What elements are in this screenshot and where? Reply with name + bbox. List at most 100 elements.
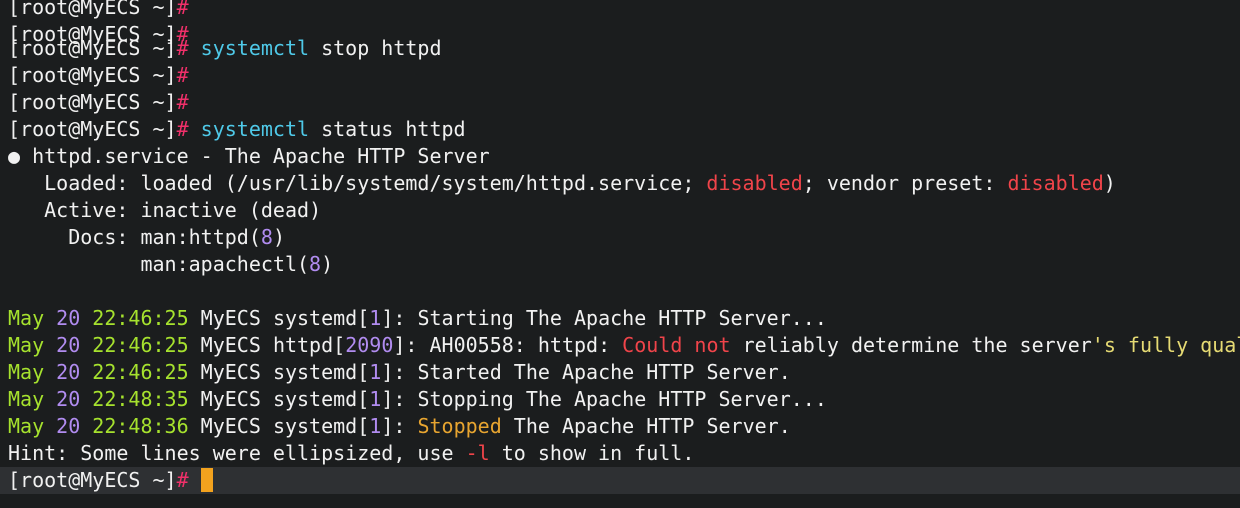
log-line: May 20 22:48:35 MyECS systemd[1]: Stoppi… (0, 386, 1240, 413)
active-value: inactive (128, 198, 249, 222)
log-line: May 20 22:46:25 MyECS httpd[2090]: AH005… (0, 332, 1240, 359)
prompt-user-host: [root@MyECS ~] (8, 117, 177, 141)
log-process: systemd (272, 387, 358, 411)
colon: : (598, 333, 611, 357)
semicolon: ; (802, 171, 815, 195)
hint-text: Some lines were ellipsized, use (68, 441, 466, 465)
command-args: stop httpd (309, 36, 442, 60)
log-day: 20 (56, 306, 81, 330)
paren: ( (248, 198, 261, 222)
hint-text: to show in full. (489, 441, 695, 465)
colon: : (393, 360, 406, 384)
hint-label: Hint (8, 441, 57, 465)
status-docs-line: man:apachectl(8) (0, 251, 1240, 278)
prompt-symbol: # (176, 63, 189, 87)
prompt-symbol: # (176, 0, 189, 19)
log-pid: 1 (369, 360, 382, 384)
log-host: MyECS (188, 414, 273, 438)
prompt-user-host: [root@MyECS ~] (8, 36, 177, 60)
log-pid: 2090 (345, 333, 394, 357)
bracket: ] (381, 387, 394, 411)
log-month: May (8, 360, 57, 384)
log-month: May (8, 414, 57, 438)
log-message: Stopping The Apache HTTP Server... (405, 387, 827, 411)
log-pid: 1 (369, 306, 382, 330)
log-message: reliably determine the server (730, 333, 1092, 357)
colon: : (56, 441, 69, 465)
status-docs-line: Docs: man:httpd(8) (0, 224, 1240, 251)
doc-man: man (128, 225, 177, 249)
command-name: systemctl (200, 36, 310, 60)
status-header-line: ● httpd.service - The Apache HTTP Server (0, 143, 1240, 170)
paren: ) (272, 225, 285, 249)
active-substate: dead (260, 198, 310, 222)
command-name: systemctl (200, 117, 310, 141)
loaded-value: loaded (128, 171, 225, 195)
vendor-preset-state: disabled (995, 171, 1104, 195)
prompt-user-host: [root@MyECS ~] (8, 63, 177, 87)
log-message: The Apache HTTP Server. (501, 414, 791, 438)
log-process: systemd (272, 306, 358, 330)
log-host: MyECS (188, 360, 273, 384)
semicolon: ; (682, 171, 695, 195)
unit-file-path: /usr/lib/systemd/system/httpd.service (236, 171, 683, 195)
prompt-symbol: # (176, 36, 189, 60)
colon: : (393, 387, 406, 411)
colon: : (405, 333, 418, 357)
hint-line: Hint: Some lines were ellipsized, use -l… (0, 440, 1240, 467)
prompt-user-host: [root@MyECS ~] (8, 90, 177, 114)
log-line: May 20 22:46:25 MyECS systemd[1]: Starti… (0, 305, 1240, 332)
log-host: MyECS (188, 306, 273, 330)
log-message: Started The Apache HTTP Server. (405, 360, 791, 384)
colon: : (176, 252, 189, 276)
terminal-cursor[interactable] (200, 468, 213, 492)
log-line: May 20 22:46:25 MyECS systemd[1]: Starte… (0, 359, 1240, 386)
log-message: Starting The Apache HTTP Server... (405, 306, 827, 330)
active-key: Active (8, 198, 117, 222)
colon: : (393, 306, 406, 330)
enabled-state: disabled (694, 171, 803, 195)
terminal-line: [root@MyECS ~]# (0, 0, 1240, 21)
doc-page-name: httpd (188, 225, 249, 249)
unit-name: httpd.service (20, 144, 189, 168)
docs-key: Docs (8, 225, 117, 249)
log-process: systemd (272, 414, 358, 438)
colon: : (176, 225, 189, 249)
log-string: 's fully qualifi (1091, 333, 1240, 357)
log-process: systemd (272, 360, 358, 384)
log-time: 22:46:25 (80, 360, 189, 384)
log-code: AH00558 (417, 333, 514, 357)
terminal-line: [root@MyECS ~]# (0, 89, 1240, 116)
prompt-symbol: # (176, 468, 189, 492)
colon: : (513, 333, 526, 357)
paren: ) (309, 198, 322, 222)
paren: ( (297, 252, 310, 276)
bracket: ] (393, 333, 406, 357)
colon: : (116, 225, 129, 249)
log-day: 20 (56, 387, 81, 411)
log-time: 22:46:25 (80, 306, 189, 330)
log-line: May 20 22:48:36 MyECS systemd[1]: Stoppe… (0, 413, 1240, 440)
doc-man: man (8, 252, 177, 276)
bracket: [ (357, 306, 370, 330)
doc-section-number: 8 (309, 252, 322, 276)
status-bullet-icon: ● (8, 144, 21, 168)
log-month: May (8, 333, 57, 357)
terminal-window[interactable]: [root@MyECS ~]# [root@MyECS ~]# [root@My… (0, 0, 1240, 508)
log-warning-text: Could not (610, 333, 731, 357)
prompt-symbol: # (176, 117, 189, 141)
log-stopped-text: Stopped (405, 414, 502, 438)
status-active-line: Active: inactive (dead) (0, 197, 1240, 224)
log-process: httpd (272, 333, 334, 357)
active-prompt-line[interactable]: [root@MyECS ~]# (0, 467, 1240, 494)
status-loaded-line: Loaded: loaded (/usr/lib/systemd/system/… (0, 170, 1240, 197)
log-message: httpd (525, 333, 599, 357)
terminal-line: [root@MyECS ~]# systemctl status httpd (0, 116, 1240, 143)
vendor-preset-label: vendor preset (814, 171, 984, 195)
loaded-key: Loaded (8, 171, 117, 195)
command-args: status httpd (309, 117, 466, 141)
bracket: ] (381, 306, 394, 330)
log-time: 22:46:25 (80, 333, 189, 357)
log-day: 20 (56, 414, 81, 438)
bracket: ] (381, 414, 394, 438)
